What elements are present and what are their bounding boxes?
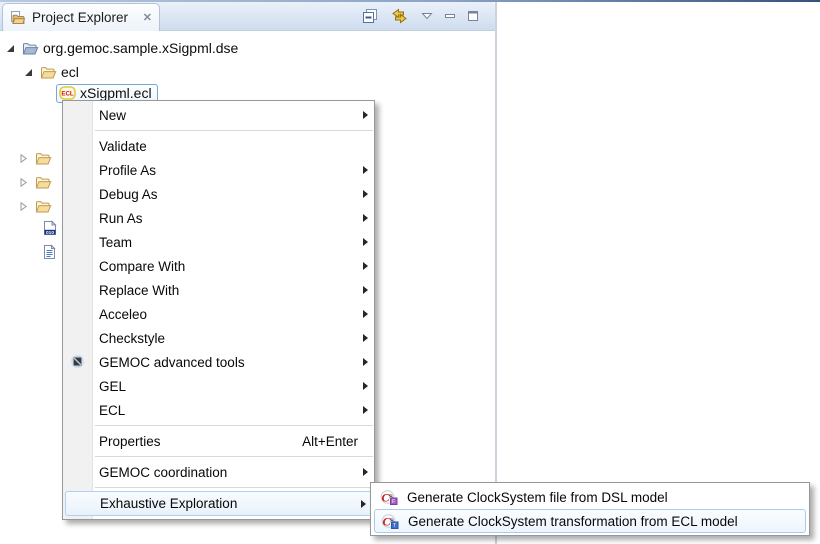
menu-separator xyxy=(95,456,373,457)
gemoc-icon xyxy=(70,354,85,369)
menu-item-ecl[interactable]: ECL xyxy=(63,398,374,422)
menu-item-new[interactable]: New xyxy=(63,103,374,127)
tab-title: Project Explorer xyxy=(32,10,137,25)
menu-item-label: Replace With xyxy=(99,283,374,298)
text-file-icon xyxy=(43,244,56,260)
submenu-arrow-icon xyxy=(363,262,368,270)
tree-row-ghost-folder-3[interactable] xyxy=(19,196,52,216)
context-menu: New Validate Profile As Debug As Run As Team C… xyxy=(62,100,375,520)
menu-item-label: Team xyxy=(99,235,374,250)
submenu-arrow-icon xyxy=(363,111,368,119)
submenu-item-generate-clocksystem-file-from-dsl-model[interactable]: CsF Generate ClockSystem file from DSL mo… xyxy=(374,485,806,509)
menu-item-debug-as[interactable]: Debug As xyxy=(63,182,374,206)
submenu-arrow-icon xyxy=(363,310,368,318)
tree-label: org.gemoc.sample.xSigpml.dse xyxy=(43,40,238,56)
twistie-collapsed-icon[interactable] xyxy=(19,154,28,163)
project-folder-icon xyxy=(22,41,39,56)
submenu-arrow-icon xyxy=(363,334,368,342)
menu-item-label: GEL xyxy=(99,379,374,394)
exhaustive-exploration-submenu: CsF Generate ClockSystem file from DSL mo… xyxy=(370,482,810,536)
submenu-arrow-icon xyxy=(363,238,368,246)
view-toolbar xyxy=(362,2,479,30)
submenu-item-generate-clocksystem-transformation-from[interactable]: CsT Generate ClockSystem transformation f… xyxy=(374,509,806,533)
tree-label: ecl xyxy=(61,64,79,80)
submenu-arrow-icon xyxy=(363,382,368,390)
menu-item-label: Exhaustive Exploration xyxy=(100,496,371,511)
folder-open-icon xyxy=(35,151,52,166)
tree-row-ecl[interactable]: ecl xyxy=(24,62,79,82)
menu-item-label: Checkstyle xyxy=(99,331,374,346)
folder-open-icon xyxy=(35,175,52,190)
menu-item-label: Acceleo xyxy=(99,307,374,322)
ecl-file-icon: ECL xyxy=(59,86,76,100)
submenu-arrow-icon xyxy=(361,500,366,508)
menu-item-acceleo[interactable]: Acceleo xyxy=(63,302,374,326)
tree-row-project[interactable]: org.gemoc.sample.xSigpml.dse xyxy=(6,38,238,58)
collapse-all-icon[interactable] xyxy=(362,8,378,24)
svg-text:010: 010 xyxy=(46,230,54,236)
folder-open-icon xyxy=(35,199,52,214)
cs-transform-icon: CsT xyxy=(381,513,399,529)
tree-row-ghost-folder-2[interactable] xyxy=(19,172,52,192)
folder-open-icon xyxy=(40,65,57,80)
menu-item-gemoc-coordination[interactable]: GEMOC coordination xyxy=(63,460,374,484)
menu-item-label: Properties xyxy=(99,434,302,449)
twistie-collapsed-icon[interactable] xyxy=(19,178,28,187)
submenu-arrow-icon xyxy=(363,166,368,174)
menu-item-label: Compare With xyxy=(99,259,374,274)
project-explorer-icon xyxy=(10,10,26,26)
menu-separator xyxy=(95,487,373,488)
menu-item-label: Validate xyxy=(99,139,374,154)
menu-item-label: Profile As xyxy=(99,163,374,178)
svg-text:T: T xyxy=(393,523,396,529)
menu-item-checkstyle[interactable]: Checkstyle xyxy=(63,326,374,350)
menu-item-label: New xyxy=(99,108,374,123)
tree-label: xSigpml.ecl xyxy=(80,85,152,101)
submenu-arrow-icon xyxy=(363,358,368,366)
twistie-expanded-icon[interactable] xyxy=(24,68,33,77)
close-icon[interactable]: ✕ xyxy=(143,11,152,24)
menu-item-compare-with[interactable]: Compare With xyxy=(63,254,374,278)
twistie-expanded-icon[interactable] xyxy=(6,44,15,53)
menu-separator xyxy=(95,425,373,426)
menu-item-shortcut: Alt+Enter xyxy=(302,434,358,449)
submenu-arrow-icon xyxy=(363,214,368,222)
svg-text:ECL: ECL xyxy=(61,91,74,98)
view-header: Project Explorer ✕ xyxy=(0,2,495,31)
menu-item-run-as[interactable]: Run As xyxy=(63,206,374,230)
menu-item-label: Debug As xyxy=(99,187,374,202)
menu-item-label: ECL xyxy=(99,403,374,418)
maximize-icon[interactable] xyxy=(467,10,479,22)
tab-project-explorer[interactable]: Project Explorer ✕ xyxy=(2,3,160,31)
menu-separator xyxy=(95,130,373,131)
menu-item-profile-as[interactable]: Profile As xyxy=(63,158,374,182)
menu-item-exhaustive-exploration[interactable]: Exhaustive Exploration xyxy=(65,491,372,516)
submenu-item-label: Generate ClockSystem file from DSL model xyxy=(407,490,668,505)
link-editor-icon[interactable] xyxy=(389,8,410,24)
submenu-arrow-icon xyxy=(363,190,368,198)
menu-item-replace-with[interactable]: Replace With xyxy=(63,278,374,302)
submenu-item-label: Generate ClockSystem transformation from… xyxy=(408,514,738,529)
cs-file-icon: CsF xyxy=(380,489,398,505)
minimize-icon[interactable] xyxy=(444,10,456,22)
menu-item-gel[interactable]: GEL xyxy=(63,374,374,398)
menu-item-team[interactable]: Team xyxy=(63,230,374,254)
view-menu-icon[interactable] xyxy=(421,12,433,20)
tree-row-ghost-text-file[interactable] xyxy=(43,242,56,262)
submenu-arrow-icon xyxy=(363,468,368,476)
binary-file-icon: 010 xyxy=(43,220,57,236)
tree-row-ghost-binary-file[interactable]: 010 xyxy=(43,218,57,238)
menu-item-properties[interactable]: PropertiesAlt+Enter xyxy=(63,429,374,453)
screen: Project Explorer ✕ org.gemoc.sample.xSig… xyxy=(0,0,820,544)
submenu-arrow-icon xyxy=(363,406,368,414)
svg-text:F: F xyxy=(392,499,395,505)
menu-item-label: Run As xyxy=(99,211,374,226)
menu-item-gemoc-advanced-tools[interactable]: GEMOC advanced tools xyxy=(63,350,374,374)
menu-item-label: GEMOC advanced tools xyxy=(99,355,374,370)
twistie-collapsed-icon[interactable] xyxy=(19,202,28,211)
submenu-arrow-icon xyxy=(363,286,368,294)
menu-item-validate[interactable]: Validate xyxy=(63,134,374,158)
menu-item-label: GEMOC coordination xyxy=(99,465,374,480)
tree-row-ghost-folder-1[interactable] xyxy=(19,148,52,168)
